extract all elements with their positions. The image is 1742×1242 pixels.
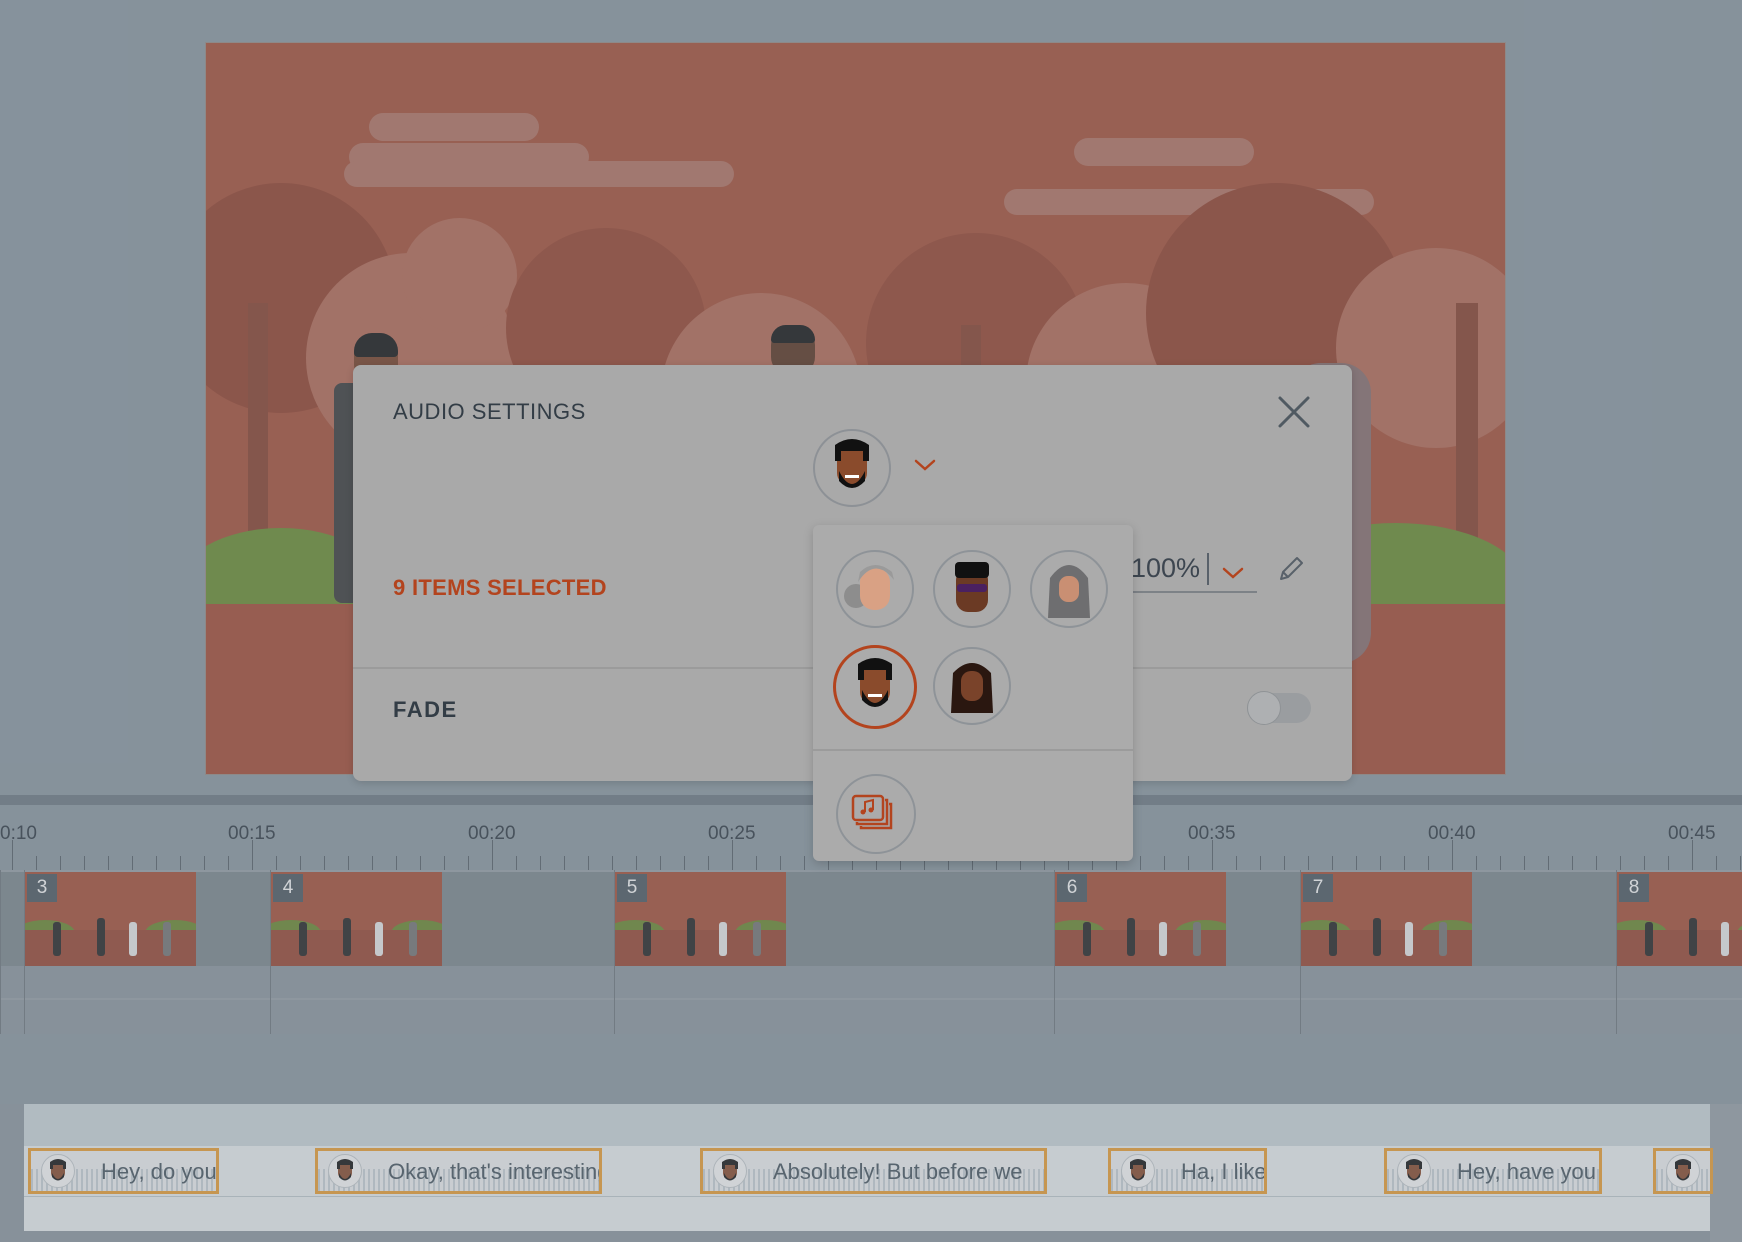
man-sunglasses-avatar[interactable] [933, 550, 1011, 628]
chevron-down-icon[interactable] [913, 457, 937, 473]
character-selector-avatar[interactable] [813, 429, 891, 507]
pencil-icon[interactable] [1275, 553, 1307, 585]
dialog-title: AUDIO SETTINGS [393, 399, 586, 424]
fade-label: FADE [393, 697, 458, 722]
character-dropdown [813, 525, 1133, 861]
woman-hijab-avatar[interactable] [1030, 550, 1108, 628]
woman-long-hair-avatar[interactable] [933, 647, 1011, 725]
elderly-woman-avatar[interactable] [836, 550, 914, 628]
bearded-man-avatar [835, 439, 869, 488]
bearded-man-avatar[interactable] [833, 645, 917, 729]
toggle-knob[interactable] [1247, 691, 1281, 725]
volume-select[interactable]: 100% [1131, 545, 1257, 593]
music-stack-icon[interactable] [836, 774, 916, 854]
chevron-down-icon[interactable] [1221, 565, 1245, 581]
items-selected-label: 9 ITEMS SELECTED [393, 575, 607, 600]
volume-value: 100% [1131, 553, 1201, 583]
fade-toggle[interactable] [1247, 691, 1311, 725]
volume-separator [1207, 553, 1209, 585]
divider [813, 749, 1133, 751]
close-icon[interactable] [1277, 395, 1311, 429]
